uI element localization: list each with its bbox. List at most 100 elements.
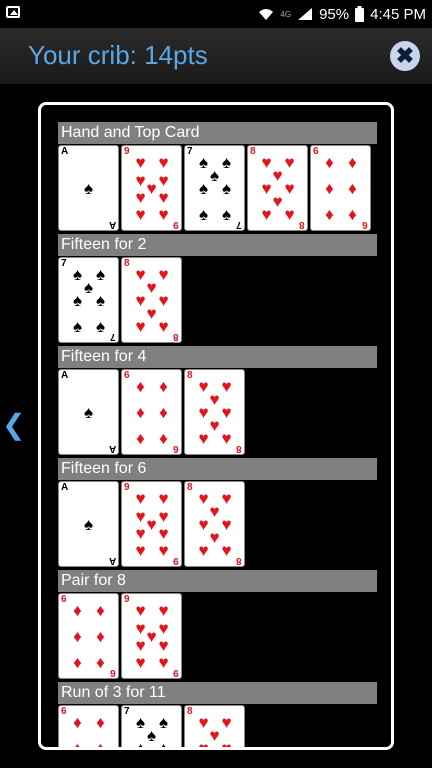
playing-card: 9 ♥ ♥ ♥ ♥ ♥ ♥ ♥ ♥ ♥ 9 (121, 593, 182, 679)
suit-pip-icon: ♦ (348, 179, 357, 198)
section-title: Hand and Top Card (58, 122, 377, 144)
suit-pip-icon: ♠ (95, 317, 106, 336)
suit-pip-icon: ♦ (96, 739, 105, 750)
suit-pip-icon: ♠ (135, 739, 146, 750)
card-rank: 6 (313, 146, 319, 157)
suit-pip-icon: ♦ (136, 403, 145, 422)
suit-pip-icon: ♥ (158, 541, 169, 560)
chevron-left-icon[interactable]: ❮ (2, 408, 25, 441)
card-rank-bottom: 8 (236, 443, 242, 454)
card-rank-bottom: 8 (173, 331, 179, 342)
close-button[interactable]: ✖ (390, 41, 420, 71)
suit-pip-icon: ♠ (221, 179, 232, 198)
card-pips: ♦♦♦♦♦♦ (132, 376, 172, 450)
playing-card: 8♥♥♥♥♥♥♥♥8 (184, 705, 245, 747)
suit-pip-icon: ♥ (135, 205, 146, 224)
status-right: 4G 95% 4:45 PM (258, 4, 426, 24)
suit-pip-icon: ♦ (73, 627, 82, 646)
suit-pip-icon: ♦ (73, 653, 82, 672)
suit-pip-icon: ♠ (83, 179, 94, 198)
card-rank: 9 (124, 146, 130, 157)
card-rank: A (61, 482, 69, 493)
suit-pip-icon: ♦ (136, 377, 145, 396)
suit-pip-icon: ♠ (95, 291, 106, 310)
playing-card: 8♥♥♥♥♥♥♥♥8 (184, 369, 245, 455)
score-breakdown-list: Hand and Top Card A ♠ A 9 ♥ ♥ ♥ ♥ ♥ ♥ ♥ ♥ ♥ 9 7 ♠ ♠ ♠ ♠ ♠ ♠ ♠ 7… (58, 122, 377, 750)
suit-pip-icon: ♥ (158, 524, 169, 543)
card-rank: 9 (124, 594, 130, 605)
suit-pip-icon: ♥ (158, 489, 169, 508)
card-pips: ♠ (69, 376, 109, 450)
suit-pip-icon: ♦ (159, 429, 168, 448)
suit-pip-icon: ♥ (135, 188, 146, 207)
section-title: Fifteen for 2 (58, 234, 377, 256)
suit-pip-icon: ♦ (159, 377, 168, 396)
card-pips: ♥ ♥ ♥ ♥ ♥ ♥ ♥ ♥ ♥ (132, 488, 172, 562)
card-rank-bottom: A (108, 219, 116, 230)
section-title: Run of 3 for 11 (58, 682, 377, 704)
card-rank-bottom: 8 (236, 555, 242, 566)
suit-pip-icon: ♥ (135, 317, 146, 336)
card-pips: ♦♦♦♦♦♦ (321, 152, 361, 226)
card-rank-bottom: 6 (110, 667, 116, 678)
card-row: A ♠ A 6 ♦ ♦ ♦ ♦ ♦ ♦ 6 8 ♥ ♥ ♥ ♥ ♥ ♥ ♥ ♥ 8 (58, 369, 377, 457)
card-rank-bottom: 6 (173, 443, 179, 454)
card-rank-bottom: A (108, 555, 116, 566)
playing-card: 6 ♦ ♦ ♦ ♦ ♦ ♦ 6 (121, 369, 182, 455)
card-rank: 8 (187, 482, 193, 493)
image-notification-icon (6, 6, 20, 18)
suit-pip-icon: ♦ (159, 403, 168, 422)
playing-card: 7♠♠♠♠♠♠♠7 (121, 705, 182, 750)
section-title: Fifteen for 4 (58, 346, 377, 368)
signal-icon (298, 8, 313, 20)
suit-pip-icon: ♥ (135, 489, 146, 508)
section-title: Pair for 8 (58, 570, 377, 592)
page-title: Your crib: 14pts (28, 40, 208, 70)
playing-card: 7♠♠♠♠♠♠♠7 (184, 145, 245, 231)
suit-pip-icon: ♥ (135, 541, 146, 560)
suit-pip-icon: ♥ (261, 205, 272, 224)
suit-pip-icon: ♥ (284, 205, 295, 224)
card-rank: 6 (124, 370, 130, 381)
card-rank: 6 (61, 706, 67, 717)
playing-card: A ♠ A (58, 145, 119, 231)
suit-pip-icon: ♦ (96, 653, 105, 672)
suit-pip-icon: ♠ (72, 317, 83, 336)
playing-card: A ♠ A (58, 481, 119, 567)
battery-icon (355, 6, 365, 22)
card-row: A ♠ A 9 ♥ ♥ ♥ ♥ ♥ ♥ ♥ ♥ ♥ 9 7 ♠ ♠ ♠ ♠ ♠ ♠ ♠ 7 8 ♥ ♥ ♥ ♥ ♥ ♥ ♥ ♥ 8 6 ♦ ♦ ♦ ♦ ♦ ♦… (58, 145, 377, 233)
card-rank: 9 (124, 482, 130, 493)
suit-pip-icon: ♦ (96, 627, 105, 646)
suit-pip-icon: ♦ (348, 205, 357, 224)
suit-pip-icon: ♥ (135, 601, 146, 620)
card-rank-bottom: 7 (236, 219, 242, 230)
card-rank-bottom: 9 (173, 219, 179, 230)
card-pips: ♠♠♠♠♠♠♠ (69, 264, 109, 338)
playing-card: 9 ♥ ♥ ♥ ♥ ♥ ♥ ♥ ♥ ♥ 9 (121, 481, 182, 567)
playing-card: 7♠♠♠♠♠♠♠7 (58, 257, 119, 343)
card-pips: ♠ (69, 488, 109, 562)
playing-card: 9 ♥ ♥ ♥ ♥ ♥ ♥ ♥ ♥ ♥ 9 (121, 145, 182, 231)
suit-pip-icon: ♦ (73, 601, 82, 620)
suit-pip-icon: ♦ (325, 205, 334, 224)
card-pips: ♥♥♥♥♥♥♥♥ (195, 376, 235, 450)
close-icon: ✖ (395, 43, 415, 68)
suit-pip-icon: ♠ (83, 403, 94, 422)
status-bar: 4G 95% 4:45 PM (0, 0, 432, 28)
playing-card: 8♥♥♥♥♥♥♥♥8 (184, 481, 245, 567)
score-breakdown-panel[interactable]: Hand and Top Card A ♠ A 9 ♥ ♥ ♥ ♥ ♥ ♥ ♥ ♥ ♥ 9 7 ♠ ♠ ♠ ♠ ♠ ♠ ♠ 7… (38, 102, 394, 750)
card-pips: ♦♦♦♦♦♦ (69, 712, 109, 750)
suit-pip-icon: ♥ (135, 153, 146, 172)
suit-pip-icon: ♠ (221, 205, 232, 224)
playing-card: 8♥♥♥♥♥♥♥♥8 (121, 257, 182, 343)
card-rank: 8 (124, 258, 130, 269)
battery-percent: 95% (319, 5, 350, 23)
suit-pip-icon: ♠ (72, 291, 83, 310)
suit-pip-icon: ♥ (158, 601, 169, 620)
suit-pip-icon: ♦ (325, 179, 334, 198)
suit-pip-icon: ♥ (158, 205, 169, 224)
playing-card: A ♠ A (58, 369, 119, 455)
card-pips: ♥ ♥ ♥ ♥ ♥ ♥ ♥ ♥ ♥ (132, 600, 172, 674)
card-pips: ♠♠♠♠♠♠♠ (132, 712, 172, 750)
suit-pip-icon: ♥ (135, 636, 146, 655)
